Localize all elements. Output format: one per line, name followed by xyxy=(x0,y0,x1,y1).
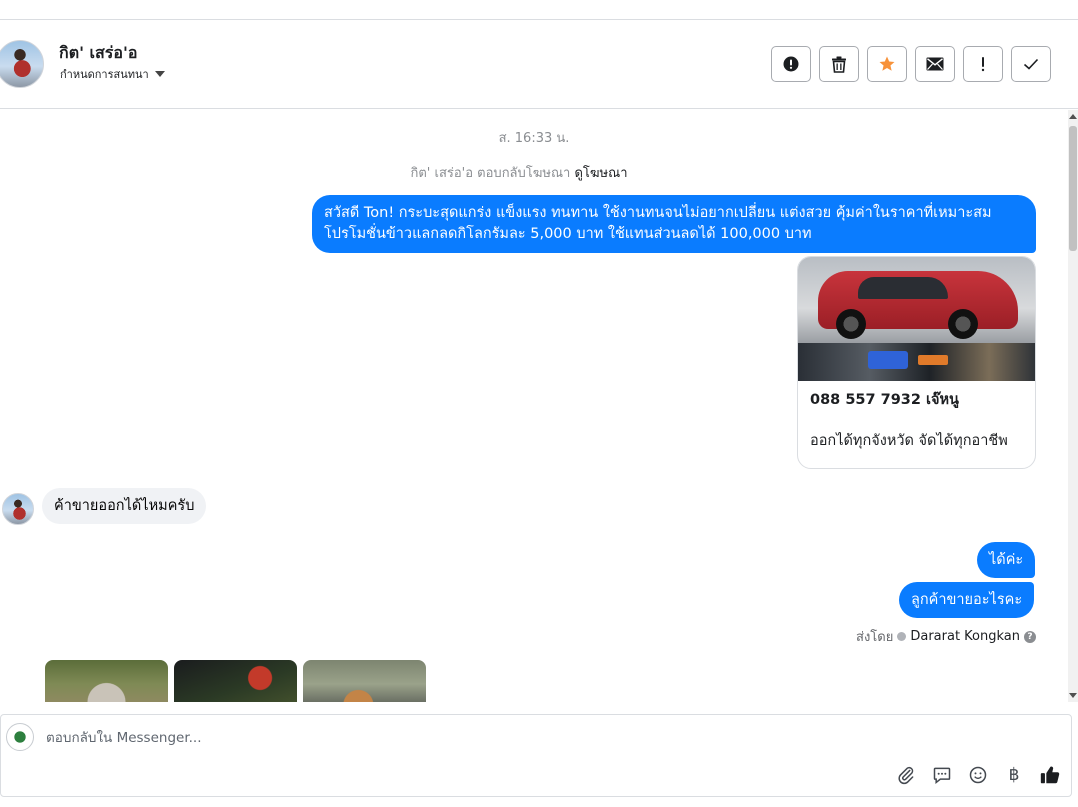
outgoing-message[interactable]: ได้ค่ะ xyxy=(977,542,1036,578)
scrollbar-thumb[interactable] xyxy=(1069,126,1077,251)
chevron-down-icon xyxy=(154,71,165,77)
like-button[interactable] xyxy=(1038,763,1062,787)
alert-circle-icon xyxy=(783,56,799,72)
attach-button[interactable] xyxy=(894,763,918,787)
spam-button[interactable] xyxy=(771,46,811,82)
contact-name[interactable]: กิต' เสร่อ'อ xyxy=(59,41,138,66)
conversation-header: กิต' เสร่อ'อ กำหนดการสนทนา xyxy=(0,20,1078,109)
message-thread[interactable]: ส. 16:33 น. กิต' เสร่อ'อ ตอบกลับโฆษณา ดู… xyxy=(0,110,1068,702)
envelope-icon xyxy=(926,57,944,71)
truck-wheel xyxy=(836,309,866,339)
emoji-icon xyxy=(969,766,987,784)
ad-card-image-truck xyxy=(798,257,1035,343)
assign-conversation-dropdown[interactable]: กำหนดการสนทนา xyxy=(60,65,165,83)
thumbs-up-icon xyxy=(1040,766,1060,784)
mark-unread-button[interactable] xyxy=(915,46,955,82)
ad-card[interactable]: 088 557 7932 เจ๊หนู ออกได้ทุกจังหวัด จัด… xyxy=(797,256,1036,469)
incoming-message[interactable]: ค้าขายออกได้ไหมครับ xyxy=(42,488,207,524)
reply-input[interactable] xyxy=(46,727,846,749)
mark-done-button[interactable] xyxy=(1011,46,1051,82)
sent-by-info: ส่งโดย Dararat Kongkan ? xyxy=(0,626,1036,647)
photo-attachment[interactable] xyxy=(174,660,297,702)
star-icon xyxy=(879,56,895,71)
saved-replies-icon xyxy=(933,767,951,785)
truck-wheel xyxy=(948,309,978,339)
contact-avatar-small[interactable] xyxy=(2,493,34,525)
message-line: สวัสดี Ton! กระบะสุดแกร่ง แข็งแรง ทนทาน … xyxy=(324,205,992,221)
truck-window xyxy=(858,277,948,299)
follow-up-button[interactable] xyxy=(867,46,907,82)
payment-button[interactable]: ฿ xyxy=(1002,763,1026,787)
ad-card-subtitle: ออกได้ทุกจังหวัด จัดได้ทุกอาชีพ xyxy=(810,433,1008,449)
baht-icon: ฿ xyxy=(1008,765,1020,785)
ad-card-image-engine xyxy=(798,343,1035,381)
composer-tools: ฿ xyxy=(894,763,1062,787)
outgoing-message[interactable]: สวัสดี Ton! กระบะสุดแกร่ง แข็งแรง ทนทาน … xyxy=(312,195,1036,253)
paperclip-icon xyxy=(898,766,914,785)
message-line: โปรโมชั่นข้าวแลกลดกิโลกรัมละ 5,000 บาท ใ… xyxy=(324,226,812,242)
engine-part xyxy=(918,355,948,365)
outgoing-message[interactable]: ลูกค้าขายอะไรคะ xyxy=(899,582,1035,618)
emoji-button[interactable] xyxy=(966,763,990,787)
photo-attachments xyxy=(45,660,426,702)
assign-label: กำหนดการสนทนา xyxy=(60,68,149,81)
view-ad-link[interactable]: ดูโฆษณา xyxy=(574,166,627,181)
scroll-down-arrow[interactable] xyxy=(1069,693,1077,698)
ad-card-title: 088 557 7932 เจ๊หนู xyxy=(810,392,959,408)
ad-reply-text: กิต' เสร่อ'อ ตอบกลับโฆษณา xyxy=(410,166,571,181)
delete-button[interactable] xyxy=(819,46,859,82)
help-icon[interactable]: ? xyxy=(1024,630,1036,643)
photo-attachment[interactable] xyxy=(45,660,168,702)
check-icon xyxy=(1023,58,1039,70)
page-logo xyxy=(6,723,34,751)
header-actions xyxy=(771,46,1051,82)
top-bar xyxy=(0,0,1078,20)
scroll-up-arrow[interactable] xyxy=(1069,114,1077,119)
trash-icon xyxy=(832,56,846,73)
reply-composer: ฿ xyxy=(0,714,1072,797)
exclamation-icon xyxy=(981,57,985,72)
ad-reply-notice: กิต' เสร่อ'อ ตอบกลับโฆษณา ดูโฆษณา xyxy=(0,162,1038,183)
message-timestamp: ส. 16:33 น. xyxy=(498,131,570,146)
priority-button[interactable] xyxy=(963,46,1003,82)
photo-attachment[interactable] xyxy=(303,660,426,702)
engine-part xyxy=(868,351,908,369)
sender-status-icon xyxy=(897,632,907,641)
saved-replies-button[interactable] xyxy=(930,763,954,787)
sender-name: Dararat Kongkan xyxy=(910,629,1020,644)
sent-by-label: ส่งโดย xyxy=(856,630,894,645)
contact-avatar[interactable] xyxy=(0,40,44,88)
thread-scrollbar[interactable] xyxy=(1068,110,1078,702)
